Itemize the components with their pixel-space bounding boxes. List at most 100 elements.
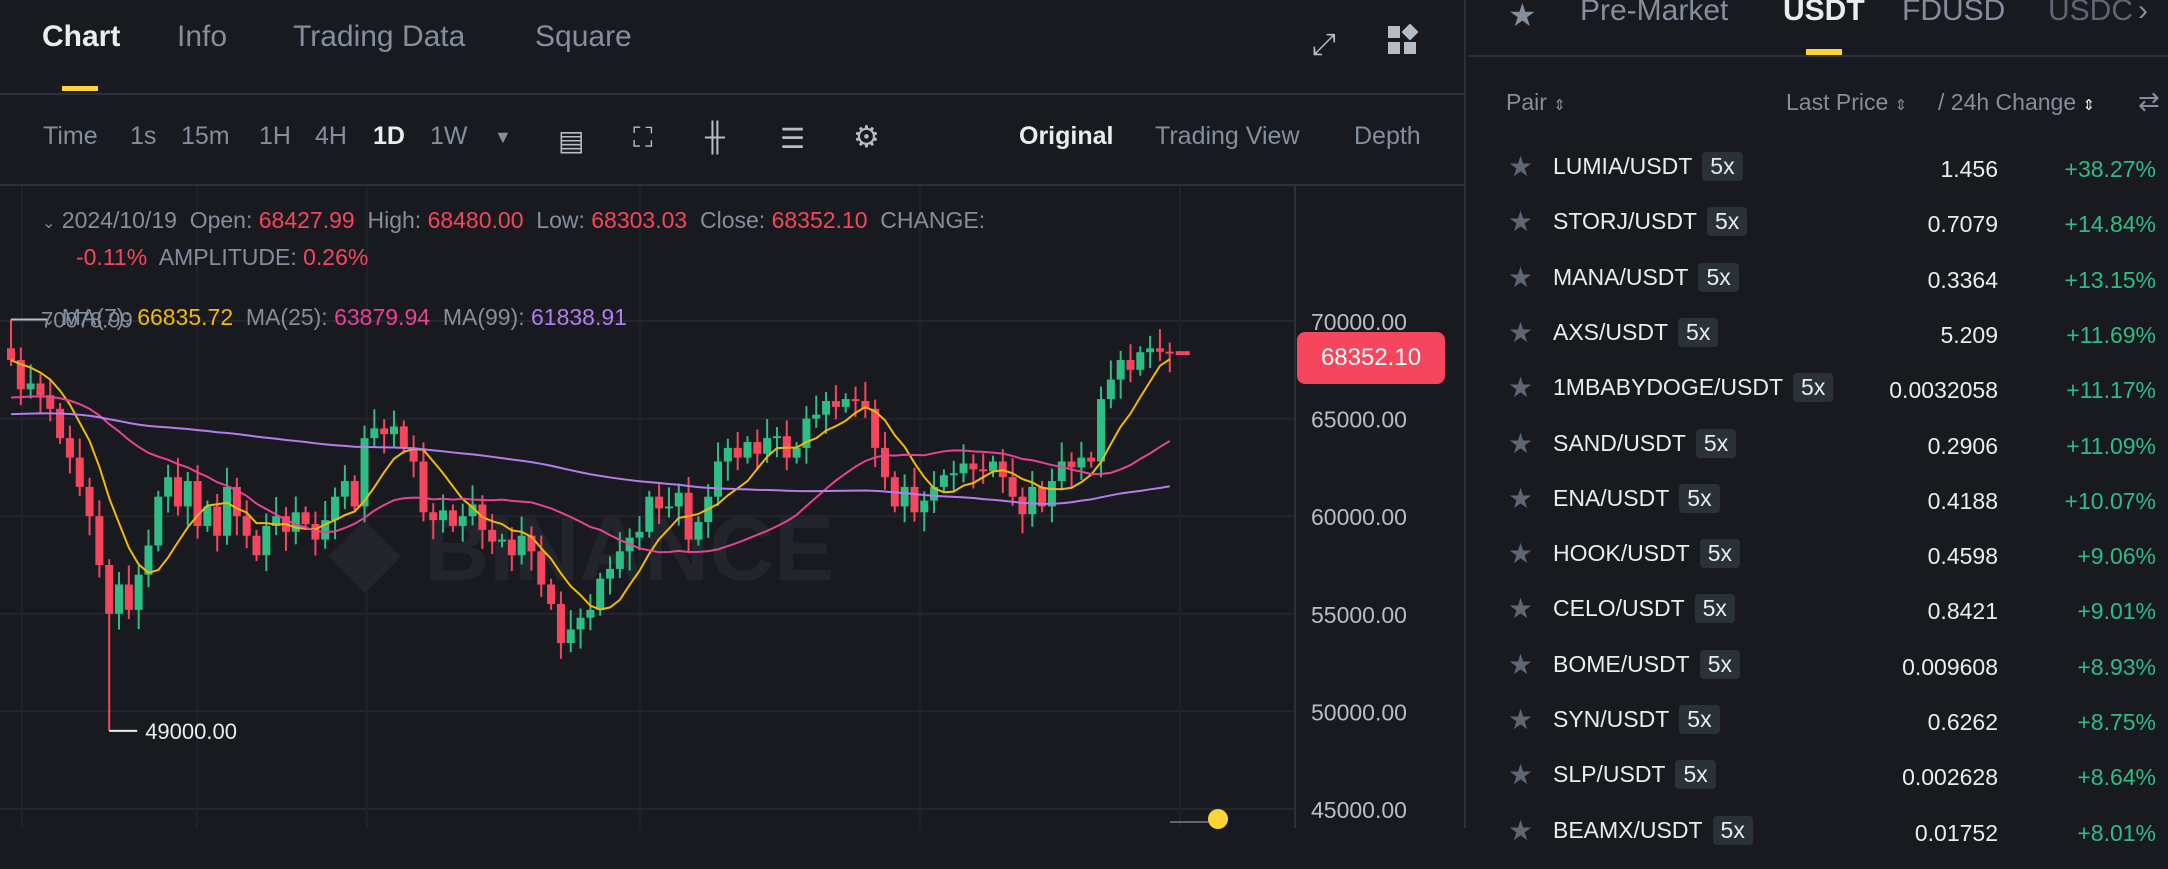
candle-body (1116, 360, 1125, 380)
last-price: 0.7079 (1927, 211, 1998, 238)
candle-body (900, 486, 909, 507)
candle-body (1067, 461, 1076, 468)
candle-body (596, 578, 605, 610)
candle-body (880, 447, 889, 478)
pair-name: BOME/USDT 5x (1553, 649, 1741, 679)
leverage-badge: 5x (1706, 207, 1748, 237)
change-percent: +10.07% (2064, 487, 2156, 514)
header-last-price[interactable]: Last Price ⇕ (1786, 89, 1907, 116)
market-row[interactable]: ★ SYN/USDT 5x 0.6262 +8.75% (1468, 703, 2168, 758)
market-row[interactable]: ★ HOOK/USDT 5x 0.4598 +9.06% (1468, 537, 2168, 592)
candle-body (517, 535, 526, 556)
market-row[interactable]: ★ MANA/USDT 5x 0.3364 +13.15% (1468, 261, 2168, 316)
candlestick-chart[interactable]: 70000.0065000.0060000.0055000.0050000.00… (0, 0, 1466, 828)
market-row[interactable]: ★ SLP/USDT 5x 0.002628 +8.64% (1468, 758, 2168, 813)
change-percent: +13.15% (2064, 266, 2156, 293)
tab-usdt[interactable]: USDT (1783, 0, 1865, 28)
candle-body (969, 463, 978, 470)
swap-columns-icon[interactable]: ⇄ (2138, 86, 2160, 117)
market-row[interactable]: ★ ENA/USDT 5x 0.4188 +10.07% (1468, 482, 2168, 537)
favorite-star-icon[interactable]: ★ (1508, 482, 1533, 515)
last-price: 0.4188 (1927, 487, 1998, 514)
candle-body (763, 438, 772, 454)
favorite-star-icon[interactable]: ★ (1508, 703, 1533, 736)
last-price: 5.209 (1940, 321, 1998, 348)
candle-body (537, 551, 546, 585)
sort-icon: ⇕ (2082, 97, 2096, 114)
candle-body (95, 516, 104, 565)
favorite-star-icon[interactable]: ★ (1508, 205, 1533, 238)
collapse-chevron-icon[interactable]: ⌄ (42, 215, 55, 232)
favorite-star-icon[interactable]: ★ (1508, 150, 1533, 183)
pair-name: CELO/USDT 5x (1553, 594, 1735, 624)
candle-body (115, 584, 124, 614)
change-percent: +8.93% (2077, 653, 2156, 680)
candle-body (812, 414, 821, 419)
market-row[interactable]: ★ AXS/USDT 5x 5.209 +11.69% (1468, 316, 2168, 371)
candle-body (606, 568, 615, 579)
change-percent: +11.17% (2066, 377, 2156, 404)
candle-body (655, 496, 664, 509)
tab-fdusd[interactable]: FDUSD (1902, 0, 2005, 28)
market-row[interactable]: ★ BOME/USDT 5x 0.009608 +8.93% (1468, 648, 2168, 703)
candle-body (664, 506, 673, 509)
candle-body (674, 492, 683, 507)
candle-body (164, 477, 173, 497)
favorite-star-icon[interactable]: ★ (1508, 537, 1533, 570)
binance-watermark: ◆ BINANCE (328, 500, 834, 600)
favorite-star-icon[interactable]: ★ (1508, 427, 1533, 460)
pair-symbol: MANA/USDT (1553, 263, 1689, 290)
change-percent: +11.09% (2066, 432, 2156, 459)
pair-symbol: SAND/USDT (1553, 429, 1686, 456)
market-row[interactable]: ★ 1MBABYDOGE/USDT 5x 0.0032058 +11.17% (1468, 371, 2168, 426)
candle-body (635, 531, 644, 538)
header-pair[interactable]: Pair ⇕ (1506, 89, 1566, 116)
market-row[interactable]: ★ SAND/USDT 5x 0.2906 +11.09% (1468, 427, 2168, 482)
header-24h-change[interactable]: / 24h Change ⇕ (1938, 89, 2095, 116)
favorite-star-icon[interactable]: ★ (1508, 261, 1533, 294)
candle-body (586, 609, 595, 618)
last-price: 1.456 (1940, 156, 1998, 182)
favorite-star-icon[interactable]: ★ (1508, 814, 1533, 847)
sort-icon: ⇕ (1553, 97, 1566, 114)
pair-symbol: STORJ/USDT (1553, 208, 1697, 235)
candle-body (1087, 457, 1096, 462)
y-tick-label: 55000.00 (1311, 602, 1407, 628)
candle-body (547, 584, 556, 605)
scroll-handle[interactable] (1208, 809, 1228, 829)
candle-body (262, 525, 271, 556)
last-price: 0.4598 (1927, 543, 1998, 570)
scroll-right-chevron-icon[interactable]: › (2138, 0, 2148, 28)
pair-name: SAND/USDT 5x (1553, 428, 1737, 458)
collapse-chevron-icon[interactable]: ⌄ (42, 312, 55, 329)
candle-body (939, 475, 948, 487)
change-percent: +8.01% (2077, 819, 2156, 846)
favorite-star-icon[interactable]: ★ (1508, 316, 1533, 349)
candle-body (822, 401, 831, 415)
pair-symbol: SYN/USDT (1553, 706, 1670, 732)
favorite-star-icon[interactable]: ★ (1508, 648, 1533, 681)
candle-body (65, 438, 74, 458)
leverage-badge: 5x (1699, 649, 1741, 679)
favorite-star-icon[interactable]: ★ (1508, 758, 1533, 791)
candle-body (301, 512, 310, 525)
tab-usdc[interactable]: USDC (2048, 0, 2133, 28)
candle-body (831, 401, 840, 407)
market-row[interactable]: ★ STORJ/USDT 5x 0.7079 +14.84% (1468, 205, 2168, 260)
pair-symbol: BEAMX/USDT (1553, 816, 1703, 843)
market-row[interactable]: ★ LUMIA/USDT 5x 1.456 +38.27% (1468, 150, 2168, 205)
pair-name: MANA/USDT 5x (1553, 262, 1739, 292)
market-row[interactable]: ★ BEAMX/USDT 5x 0.01752 +8.01% (1468, 814, 2168, 869)
candle-body (439, 510, 448, 521)
market-row[interactable]: ★ CELO/USDT 5x 0.8421 +9.01% (1468, 592, 2168, 647)
favorites-star-icon[interactable]: ★ (1508, 0, 1537, 34)
tab-pre-market[interactable]: Pre-Market (1580, 0, 1728, 28)
pair-symbol: LUMIA/USDT (1553, 153, 1693, 179)
candle-body (1155, 348, 1164, 352)
candle-body (1097, 399, 1106, 462)
favorite-star-icon[interactable]: ★ (1508, 592, 1533, 625)
pair-name: 1MBABYDOGE/USDT 5x (1553, 373, 1834, 403)
candle-body (645, 496, 654, 532)
favorite-star-icon[interactable]: ★ (1508, 371, 1533, 404)
market-panel: ★ Pre-Market USDT FDUSD USDC › Pair ⇕ La… (1468, 0, 2168, 846)
